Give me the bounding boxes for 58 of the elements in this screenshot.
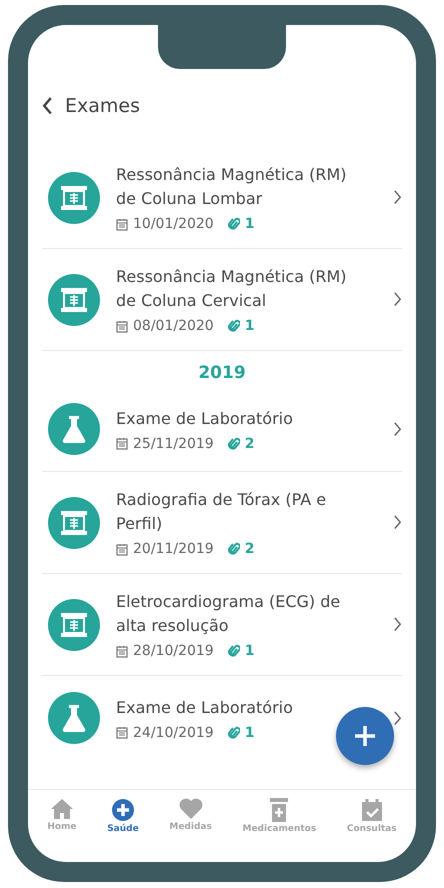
paperclip-icon <box>228 644 240 658</box>
exam-date: 28/10/2019 <box>133 643 214 659</box>
paperclip-icon <box>228 542 240 556</box>
calendar-icon <box>116 644 128 658</box>
plus-icon <box>354 725 376 747</box>
paperclip-icon <box>228 319 240 333</box>
xray-icon <box>60 286 88 312</box>
calendar-icon <box>116 437 128 450</box>
attachment-count: 1 <box>244 318 254 334</box>
exam-list-item[interactable]: Ressonância Magnética (RM) de Coluna Lombar 10/01/2020 1 <box>42 147 402 249</box>
exam-date: 08/01/2020 <box>133 318 214 334</box>
xray-icon <box>60 612 88 638</box>
calendar-icon <box>116 320 128 332</box>
calendar-icon <box>116 542 128 556</box>
exam-date: 20/11/2019 <box>133 541 214 557</box>
plus-circle-icon <box>110 798 135 822</box>
exam-title: Exame de Laboratório <box>116 408 294 430</box>
attachment-count: 1 <box>244 216 254 232</box>
add-button[interactable] <box>336 707 394 765</box>
chevron-right-icon <box>393 292 402 307</box>
attachment-count: 2 <box>244 541 254 557</box>
exam-list-item[interactable]: Radiografia de Tórax (PA e Perfil) 20/11/2019 2 <box>42 472 402 574</box>
flask-icon <box>62 704 86 732</box>
exam-title: Ressonância Magnética (RM) de Coluna Cervical <box>116 266 348 312</box>
paperclip-icon <box>228 726 240 740</box>
chevron-right-icon <box>393 617 402 632</box>
attachment-count: 1 <box>244 643 254 659</box>
xray-icon <box>60 510 88 536</box>
exam-title: Ressonância Magnética (RM) de Coluna Lombar <box>116 164 348 210</box>
nav-tab[interactable]: Saúde <box>107 798 139 834</box>
flask-icon <box>62 415 86 443</box>
chevron-right-icon <box>393 190 402 205</box>
exam-date: 25/11/2019 <box>133 436 214 452</box>
chevron-right-icon <box>393 710 402 726</box>
year-heading: 2019 <box>197 362 247 385</box>
attachment-count: 1 <box>244 724 254 740</box>
exam-list-item[interactable]: Ressonância Magnética (RM) de Coluna Cervical 08/01/2020 1 <box>42 249 402 351</box>
exam-list-item[interactable]: Exame de Laboratório 25/11/2019 2 <box>42 387 402 472</box>
calendar-check-icon <box>360 798 383 822</box>
back-icon <box>42 97 53 115</box>
exam-title: Eletrocardiograma (ECG) de alta resolução <box>116 591 342 637</box>
house-icon <box>50 798 74 820</box>
pill-bottle-icon <box>270 798 288 822</box>
xray-icon <box>60 184 88 210</box>
exam-title: Exame de Laboratório <box>116 696 294 718</box>
heart-icon <box>178 798 203 820</box>
chevron-right-icon <box>393 515 402 530</box>
exam-title: Radiografia de Tórax (PA e Perfil) <box>116 489 328 535</box>
calendar-icon <box>116 218 128 230</box>
calendar-icon <box>116 726 128 739</box>
paperclip-icon <box>228 436 240 450</box>
chevron-right-icon <box>393 422 402 436</box>
page-title: Exames <box>65 95 140 117</box>
exam-date: 24/10/2019 <box>133 724 214 740</box>
exam-list-item[interactable]: Eletrocardiograma (ECG) de alta resolução 28/10/2019 1 <box>42 574 402 676</box>
attachment-count: 2 <box>244 436 254 452</box>
exam-date: 10/01/2020 <box>133 216 214 232</box>
paperclip-icon <box>228 217 240 231</box>
